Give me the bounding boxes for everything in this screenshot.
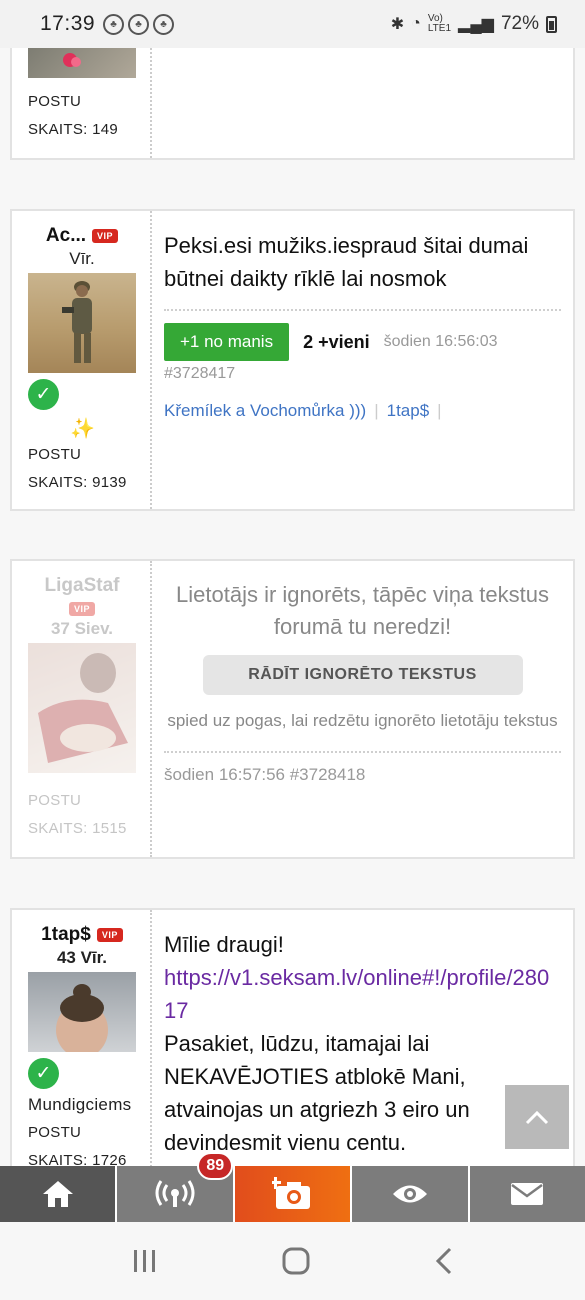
vip-badge: VIP <box>68 602 95 616</box>
verified-check-icon: ✓ <box>28 379 59 410</box>
home-icon <box>42 1181 73 1207</box>
divider <box>164 309 561 311</box>
post-author-panel: POSTU SKAITS: 149 <box>12 48 152 158</box>
home-button-icon[interactable] <box>281 1246 311 1276</box>
post-body: Peksi.esi mužiks.iespraud šitai dumai bū… <box>152 211 573 509</box>
post-author-panel: Ac... VIP Vīr. ✓ ✨ POSTU SKAITS: 9139 <box>12 211 152 509</box>
profile-link[interactable]: https://v1.seksam.lv/online#!/profile/28… <box>164 961 561 1027</box>
post-timestamp: šodien 16:57:56 #3728418 <box>164 765 366 784</box>
mail-icon <box>511 1183 544 1205</box>
eye-icon <box>392 1185 427 1203</box>
add-photo-icon <box>271 1177 310 1209</box>
voter-link[interactable]: Křemílek a Vochomůrka ))) <box>164 401 366 421</box>
back-icon[interactable] <box>434 1246 454 1276</box>
broadcast-icon <box>155 1180 195 1207</box>
post-body <box>152 48 573 158</box>
username-text[interactable]: Ac... <box>46 225 86 247</box>
avatar[interactable] <box>28 643 136 773</box>
plus-one-button[interactable]: +1 no manis <box>164 323 290 361</box>
separator: | <box>437 401 442 420</box>
post-timestamp: šodien 16:56:03 <box>383 333 498 350</box>
voter-link[interactable]: 1tap$ <box>387 401 430 421</box>
forum-feed[interactable]: POSTU SKAITS: 149 Ac... VIP Vīr. ✓ ✨ POS… <box>0 48 585 1166</box>
divider <box>164 751 561 753</box>
post-count: SKAITS: 149 <box>28 121 119 138</box>
post-count: SKAITS: 1726 <box>28 1152 127 1166</box>
nav-live[interactable]: 89 <box>117 1152 235 1222</box>
post-text: Peksi.esi mužiks.iespraud šitai dumai bū… <box>164 233 529 291</box>
post-body: Lietotājs ir ignorēts, tāpēc viņa tekstu… <box>152 561 573 857</box>
post-count-label: POSTU <box>28 93 82 110</box>
forum-post-ignored: LigaStaf VIP 37 Siev. POSTU SKAITS: 1515… <box>10 559 575 859</box>
signal-icon: ▂▄▆ <box>458 16 494 33</box>
vote-count[interactable]: 2 +vieni <box>303 332 370 353</box>
status-bar: 17:39 ♣ ♣ ♣ ✱ ◔ Vo) LTE1 ▂▄▆ 72% <box>0 0 585 48</box>
verified-check-icon: ✓ <box>28 1058 59 1089</box>
post-author-panel: 1tap$ VIP 43 Vīr. ✓ Mundigciems POSTU SK… <box>12 910 152 1166</box>
user-age-gender: 37 Siev. <box>50 619 114 638</box>
nav-watch[interactable] <box>352 1166 470 1222</box>
ignored-message: Lietotājs ir ignorēts, tāpēc viņa tekstu… <box>176 582 549 639</box>
post-text: Pasakiet, lūdzu, itamajai lai NEKAVĒJOTI… <box>164 1031 470 1155</box>
post-count: SKAITS: 9139 <box>28 474 127 491</box>
bluetooth-icon: ✱ <box>390 16 405 33</box>
user-location: Mundigciems <box>28 1095 132 1114</box>
username[interactable]: LigaStaf <box>28 575 136 597</box>
post-count: SKAITS: 1515 <box>28 820 127 837</box>
post-count-label: POSTU <box>28 446 82 463</box>
vip-badge: VIP <box>96 928 123 942</box>
forum-post: Ac... VIP Vīr. ✓ ✨ POSTU SKAITS: 9139 Pe… <box>10 209 575 511</box>
post-count-label: POSTU <box>28 792 82 809</box>
sparkle-icon: ✨ <box>70 418 95 440</box>
forum-post: POSTU SKAITS: 149 <box>10 48 575 160</box>
recent-apps-icon[interactable] <box>131 1248 159 1274</box>
battery-percent: 72% <box>500 13 539 34</box>
post-count-label: POSTU <box>28 1124 82 1141</box>
avatar[interactable] <box>28 273 136 373</box>
app-notification-icon: ♣ <box>103 13 125 35</box>
user-gender: Vīr. <box>69 249 95 268</box>
nav-messages[interactable] <box>469 1166 585 1222</box>
forum-post: 1tap$ VIP 43 Vīr. ✓ Mundigciems POSTU SK… <box>10 908 575 1166</box>
avatar[interactable] <box>28 48 136 78</box>
ignored-hint: spied uz pogas, lai redzētu ignorēto lie… <box>167 711 558 730</box>
system-nav-bar <box>0 1222 585 1300</box>
wifi-icon: ◔ <box>411 15 421 32</box>
username-text[interactable]: LigaStaf <box>45 575 120 597</box>
bottom-nav: 89 <box>0 1152 585 1222</box>
post-id[interactable]: #3728417 <box>164 365 561 383</box>
vip-badge: VIP <box>92 229 119 243</box>
app-notification-icon: ♣ <box>153 13 175 35</box>
username[interactable]: Ac... VIP <box>28 225 136 247</box>
username-text[interactable]: 1tap$ <box>41 924 91 946</box>
post-author-panel: LigaStaf VIP 37 Siev. POSTU SKAITS: 1515 <box>12 561 152 857</box>
notification-badge: 89 <box>197 1152 234 1180</box>
show-ignored-button[interactable]: RĀDĪT IGNORĒTO TEKSTUS <box>202 655 523 695</box>
scroll-to-top-button[interactable] <box>505 1085 569 1149</box>
avatar[interactable] <box>28 972 136 1052</box>
username[interactable]: 1tap$ VIP <box>28 924 136 946</box>
nav-home[interactable] <box>0 1166 118 1222</box>
nav-add-photo[interactable] <box>234 1166 353 1222</box>
user-age-gender: 43 Vīr. <box>56 948 108 967</box>
separator: | <box>374 401 379 420</box>
chevron-up-icon <box>525 1110 549 1125</box>
notification-icons: ♣ ♣ ♣ <box>103 13 175 35</box>
status-time: 17:39 <box>40 12 96 35</box>
volte-icon: Vo) LTE1 <box>427 13 452 34</box>
battery-icon <box>546 15 557 33</box>
app-notification-icon: ♣ <box>128 13 150 35</box>
post-text: Mīlie draugi! <box>164 932 284 957</box>
